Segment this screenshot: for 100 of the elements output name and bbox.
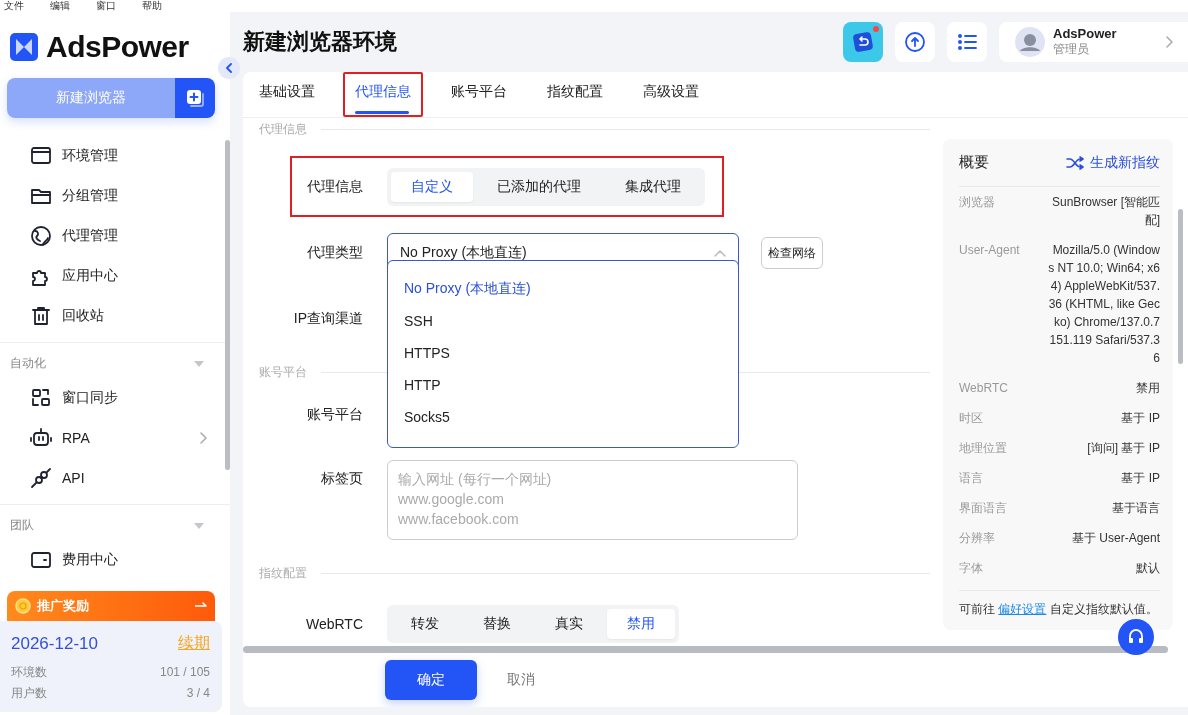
menu-item[interactable]: 文件 — [4, 0, 24, 12]
field-label: IP查询渠道 — [292, 310, 363, 328]
section-title: 账号平台 — [259, 363, 307, 381]
menu-item[interactable]: 编辑 — [50, 0, 70, 12]
field-label: 标签页 — [320, 470, 363, 488]
add-button[interactable] — [175, 78, 215, 118]
chevron-up-icon — [714, 249, 726, 257]
nav-item[interactable]: 应用中心 — [0, 256, 222, 296]
list-button[interactable] — [947, 22, 987, 62]
dropdown-option[interactable]: Socks5 — [388, 401, 738, 433]
upload-button[interactable] — [895, 22, 935, 62]
dropdown-option[interactable]: HTTPS — [388, 337, 738, 369]
generate-fingerprint-button[interactable]: 生成新指纹 — [1066, 153, 1160, 172]
cancel-button[interactable]: 取消 — [501, 670, 541, 690]
summary-value: 基于 IP — [1120, 410, 1160, 427]
dropdown-option[interactable]: HTTP — [388, 369, 738, 401]
scrollbar[interactable] — [225, 140, 230, 470]
nav-item[interactable]: RPA — [0, 418, 222, 458]
trash-icon — [30, 305, 52, 327]
tab[interactable]: 代理信息 — [343, 72, 423, 117]
field-label: 账号平台 — [306, 406, 363, 424]
segment-option[interactable]: 转发 — [391, 609, 459, 639]
window-icon — [30, 145, 52, 167]
nav-item[interactable]: 分组管理 — [0, 176, 222, 216]
user-name: AdsPower — [1053, 26, 1118, 41]
chevron-right-icon — [200, 432, 208, 444]
section-title: 指纹配置 — [259, 564, 307, 582]
summary-label: 语言 — [959, 470, 983, 487]
segment-option[interactable]: 集成代理 — [605, 171, 701, 202]
section-heading: 自动化 — [10, 355, 46, 372]
robot-icon — [30, 427, 52, 449]
summary-label: 字体 — [959, 560, 983, 577]
segment-option[interactable]: 替换 — [463, 609, 531, 639]
arrow-right-icon — [195, 602, 207, 610]
check-network-button[interactable]: 检查网络 — [761, 237, 823, 269]
list-icon — [957, 33, 977, 51]
stat-label: 环境数 — [11, 664, 47, 681]
logo-icon — [10, 33, 38, 61]
menu-item[interactable]: 窗口 — [96, 0, 116, 12]
field-label: 代理信息 — [306, 177, 363, 196]
menu-item[interactable]: 帮助 — [142, 0, 162, 12]
summary-value: Mozilla/5.0 (Windows NT 10.0; Win64; x64) AppleWebKit/537.36 (KHTML, like Gecko) Chrome/137.0.7151.119 Safari/537.36 — [1048, 242, 1160, 367]
tab[interactable]: 账号平台 — [439, 72, 519, 117]
user-role: 管理员 — [1053, 41, 1090, 58]
dropdown-option[interactable]: No Proxy (本地直连) — [388, 273, 738, 305]
stat-value: 3 / 4 — [186, 685, 210, 702]
segment-option[interactable]: 禁用 — [607, 609, 675, 639]
summary-value: 基于 User-Agent — [1070, 530, 1160, 547]
stat-value: 101 / 105 — [159, 664, 210, 681]
collapse-button[interactable] — [218, 57, 240, 79]
tab[interactable]: 基础设置 — [247, 72, 327, 117]
summary-value: [询问] 基于 IP — [1086, 440, 1160, 457]
dropdown-option[interactable]: SSH — [388, 305, 738, 337]
expiry-date: 2026-12-10 — [11, 633, 98, 654]
page-title: 新建浏览器环境 — [243, 28, 398, 56]
panel-title: 概要 — [959, 153, 989, 172]
avatar-icon — [1015, 27, 1045, 57]
user-menu[interactable]: AdsPower 管理员 — [999, 22, 1188, 62]
tab[interactable]: 高级设置 — [631, 72, 711, 117]
summary-label: 浏览器 — [959, 194, 995, 211]
nav-item[interactable]: 代理管理 — [0, 216, 222, 256]
plug-icon — [30, 467, 52, 489]
stat-label: 用户数 — [11, 685, 47, 702]
coin-icon — [15, 598, 31, 614]
wallet-icon — [30, 549, 52, 571]
nav-item[interactable]: API — [0, 458, 222, 498]
summary-label: User-Agent — [959, 242, 1020, 259]
plus-icon — [185, 88, 205, 108]
tab[interactable]: 指纹配置 — [535, 72, 615, 117]
field-label: 代理类型 — [306, 244, 363, 262]
scrollbar[interactable] — [1178, 209, 1183, 364]
summary-label: WebRTC — [959, 380, 1008, 397]
shuffle-icon — [1066, 155, 1084, 170]
nav-item[interactable]: 窗口同步 — [0, 378, 222, 418]
nav-item[interactable]: 环境管理 — [0, 136, 222, 176]
segment-option[interactable]: 真实 — [535, 609, 603, 639]
update-button[interactable] — [843, 22, 883, 62]
summary-value: 默认 — [1135, 560, 1160, 577]
summary-label: 地理位置 — [959, 440, 1007, 457]
preferences-link[interactable]: 偏好设置 — [998, 602, 1047, 616]
globe-icon — [30, 225, 52, 247]
nav-item[interactable]: 费用中心 — [0, 540, 222, 580]
summary-value: 基于 IP — [1120, 470, 1160, 487]
confirm-button[interactable]: 确定 — [385, 660, 477, 700]
segment-option[interactable]: 已添加的代理 — [477, 171, 601, 202]
section-title: 代理信息 — [259, 120, 307, 138]
summary-value: 禁用 — [1135, 380, 1160, 397]
nav-item[interactable]: 回收站 — [0, 296, 222, 336]
summary-label: 分辨率 — [959, 530, 995, 547]
chevron-left-icon — [226, 63, 232, 73]
chevron-right-icon — [1166, 36, 1174, 48]
logo-text: AdsPower — [46, 30, 189, 64]
sync-windows-icon — [30, 387, 52, 409]
segment-option[interactable]: 自定义 — [391, 171, 473, 202]
summary-label: 界面语言 — [959, 500, 1007, 517]
scrollbar[interactable] — [243, 646, 1168, 653]
undo-icon — [852, 31, 874, 53]
url-textarea[interactable]: 输入网址 (每行一个网址) www.google.com www.facebook.com — [387, 460, 798, 540]
summary-label: 时区 — [959, 410, 983, 427]
summary-value: SunBrowser [智能匹配] — [1050, 194, 1160, 229]
